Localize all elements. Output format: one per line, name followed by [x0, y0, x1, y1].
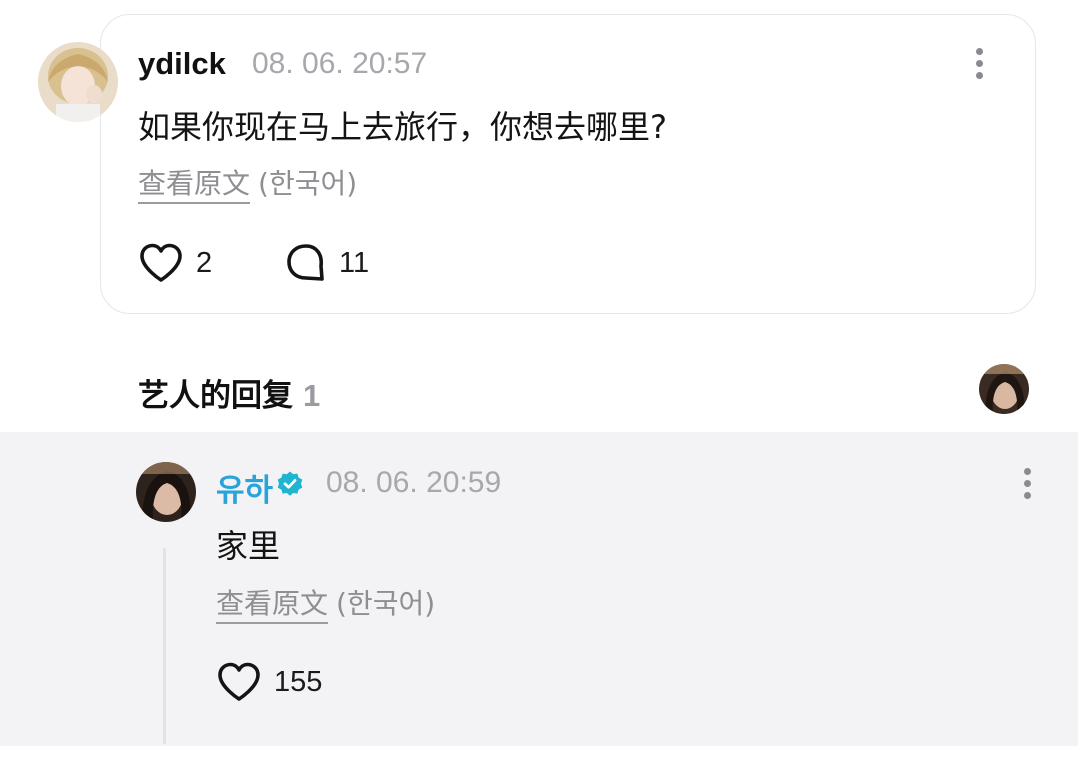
post-comment-count: 11	[339, 246, 370, 279]
artist-avatar-small[interactable]	[979, 364, 1029, 414]
original-language-label: (한국어)	[336, 587, 436, 620]
post-username[interactable]: ydilck	[138, 46, 226, 82]
post-timestamp: 08. 06. 20:57	[252, 47, 428, 80]
post-comment-button[interactable]: 11	[285, 242, 369, 284]
thread-line	[163, 548, 166, 744]
reply-message: 家里	[216, 527, 281, 565]
heart-icon	[218, 662, 260, 701]
post-author-avatar[interactable]	[38, 42, 118, 122]
original-language-label: (한국어)	[258, 167, 358, 200]
post-message: 如果你现在马上去旅行，你想去哪里?	[138, 108, 667, 146]
heart-icon	[140, 243, 182, 282]
post-like-button[interactable]: 2	[138, 242, 212, 284]
reply-author-avatar[interactable]	[136, 462, 196, 522]
reply-like-count: 155	[274, 665, 323, 698]
artist-replies-heading: 艺人的回复 1	[138, 370, 320, 415]
reply-translate-row: 查看原文 (한국어)	[216, 582, 436, 624]
comment-icon	[287, 244, 324, 281]
post-like-count: 2	[196, 246, 213, 279]
view-original-link[interactable]: 查看原文	[216, 587, 329, 624]
view-original-link[interactable]: 查看原文	[138, 167, 251, 204]
artist-replies-count: 1	[303, 378, 321, 413]
post-translate-row: 查看原文 (한국어)	[138, 162, 358, 204]
reply-timestamp: 08. 06. 20:59	[326, 466, 502, 499]
reply-username[interactable]: 유하	[216, 465, 273, 510]
reply-more-options-icon[interactable]	[1016, 466, 1040, 502]
post-more-options-icon[interactable]	[968, 46, 992, 82]
verified-badge-icon	[277, 471, 303, 496]
reply-like-button[interactable]: 155	[216, 661, 322, 703]
artist-replies-title: 艺人的回复	[138, 378, 293, 414]
